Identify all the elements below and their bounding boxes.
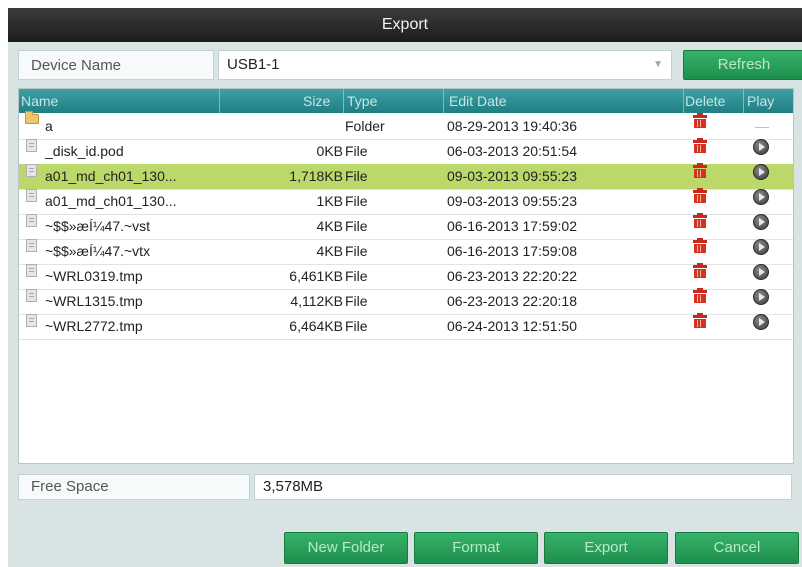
free-space-value: 3,578MB [254,474,792,500]
file-icon [26,214,37,227]
file-name: a01_md_ch01_130... [45,168,177,184]
file-size: 4KB [316,243,343,259]
column-header-type[interactable]: Type [347,89,377,113]
play-unavailable-icon: — [755,118,769,134]
file-type: File [345,318,368,334]
file-size: 1KB [316,193,343,209]
chevron-down-icon: ▼ [653,59,663,70]
delete-icon[interactable] [693,238,707,253]
delete-icon[interactable] [693,313,707,328]
table-header: Name Size Type Edit Date Delete Play [19,89,793,113]
play-icon[interactable] [753,264,769,280]
device-name-label: Device Name [18,50,214,80]
file-icon [26,264,37,277]
device-row: Device Name USB1-1 ▼ Refresh [16,50,802,84]
file-edit-date: 06-24-2013 12:51:50 [447,318,577,334]
table-row[interactable]: ~$$»æÍ¼47.~vtx 4KB File 06-16-2013 17:59:08 [19,238,793,265]
export-dialog: Export Device Name USB1-1 ▼ Refresh Name… [8,8,802,567]
file-size: 6,461KB [289,268,343,284]
delete-icon[interactable] [693,163,707,178]
file-edit-date: 06-16-2013 17:59:08 [447,243,577,259]
file-type: File [345,268,368,284]
cancel-button[interactable]: Cancel [675,532,799,564]
file-edit-date: 06-23-2013 22:20:22 [447,268,577,284]
file-icon [26,164,37,177]
file-icon [26,139,37,152]
file-type: File [345,293,368,309]
column-header-delete: Delete [685,93,726,109]
table-row[interactable]: ~$$»æÍ¼47.~vst 4KB File 06-16-2013 17:59:02 [19,213,793,240]
file-name: ~WRL2772.tmp [45,318,143,334]
file-name: _disk_id.pod [45,143,124,159]
table-row[interactable]: a Folder 08-29-2013 19:40:36 — [19,111,793,140]
file-name: ~$$»æÍ¼47.~vtx [45,243,151,259]
free-space-label: Free Space [18,474,250,500]
column-header-edit-date[interactable]: Edit Date [449,89,507,113]
delete-icon[interactable] [693,213,707,228]
delete-icon[interactable] [693,188,707,203]
delete-icon[interactable] [693,263,707,278]
file-size: 0KB [316,143,343,159]
file-name: a01_md_ch01_130... [45,193,177,209]
action-buttons: New Folder Format Export Cancel [8,532,802,564]
delete-icon[interactable] [693,288,707,303]
file-name: a [45,118,53,134]
play-icon[interactable] [753,314,769,330]
file-name: ~WRL1315.tmp [45,293,143,309]
dialog-title: Export [8,8,802,42]
delete-icon[interactable] [693,138,707,153]
export-button[interactable]: Export [544,532,668,564]
table-row[interactable]: a01_md_ch01_130... 1KB File 09-03-2013 09:5… [19,188,793,215]
refresh-button[interactable]: Refresh [683,50,802,80]
column-header-play: Play [747,93,775,109]
file-icon [26,239,37,252]
file-size: 4,112KB [290,293,343,309]
format-button[interactable]: Format [414,532,538,564]
file-icon [26,314,37,327]
table-row[interactable]: ~WRL0319.tmp 6,461KB File 06-23-2013 22:20:… [19,263,793,290]
play-icon[interactable] [753,189,769,205]
file-type: File [345,143,368,159]
delete-icon[interactable] [693,113,707,128]
device-name-value: USB1-1 [227,56,280,73]
table-row[interactable]: _disk_id.pod 0KB File 06-03-2013 20:51:54 [19,138,793,165]
table-row[interactable]: ~WRL2772.tmp 6,464KB File 06-24-2013 12:51:… [19,313,793,340]
file-icon [26,189,37,202]
new-folder-button[interactable]: New Folder [284,532,408,564]
free-space-row: Free Space 3,578MB [18,474,792,500]
file-name: ~WRL0319.tmp [45,268,143,284]
file-edit-date: 06-03-2013 20:51:54 [447,143,577,159]
column-header-size[interactable]: Size [303,89,330,113]
column-header-name[interactable]: Name [21,89,58,113]
file-type: Folder [345,118,385,134]
file-size: 6,464KB [289,318,343,334]
file-edit-date: 09-03-2013 09:55:23 [447,168,577,184]
file-type: File [345,243,368,259]
play-icon[interactable] [753,239,769,255]
file-table: Name Size Type Edit Date Delete Play a Fo… [18,88,794,464]
device-name-select[interactable]: USB1-1 ▼ [218,50,672,80]
file-icon [26,289,37,302]
play-icon[interactable] [753,139,769,155]
file-edit-date: 06-23-2013 22:20:18 [447,293,577,309]
file-type: File [345,218,368,234]
file-edit-date: 06-16-2013 17:59:02 [447,218,577,234]
play-icon[interactable] [753,164,769,180]
folder-icon [25,111,39,124]
play-icon[interactable] [753,214,769,230]
file-type: File [345,193,368,209]
play-icon[interactable] [753,289,769,305]
file-edit-date: 08-29-2013 19:40:36 [447,118,577,134]
file-name: ~$$»æÍ¼47.~vst [45,218,151,234]
file-size: 1,718KB [289,168,343,184]
file-size: 4KB [316,218,343,234]
table-row[interactable]: ~WRL1315.tmp 4,112KB File 06-23-2013 22:20:… [19,288,793,315]
file-edit-date: 09-03-2013 09:55:23 [447,193,577,209]
file-type: File [345,168,368,184]
table-row[interactable]: a01_md_ch01_130... 1,718KB File 09-03-2013 … [19,163,793,190]
